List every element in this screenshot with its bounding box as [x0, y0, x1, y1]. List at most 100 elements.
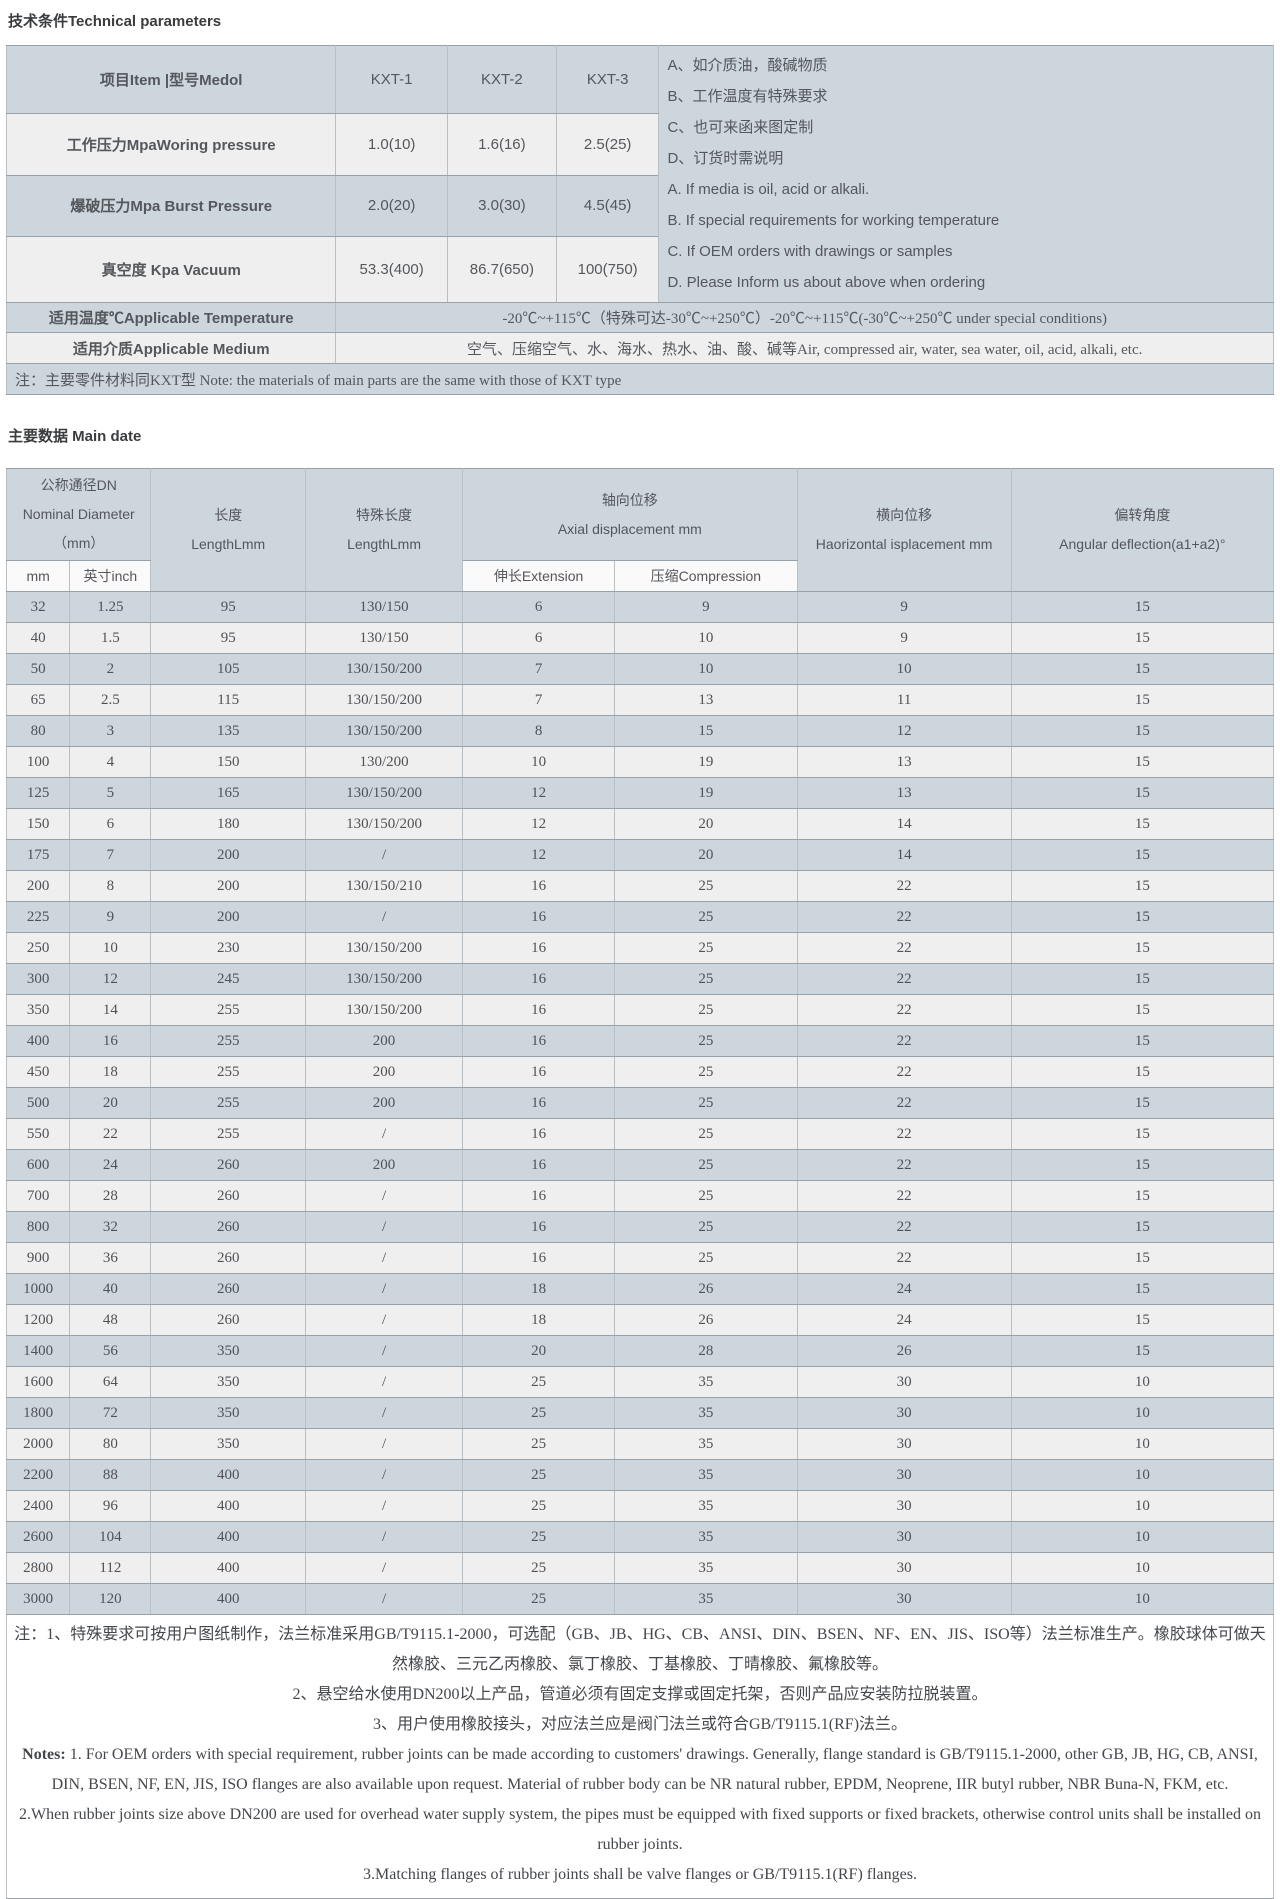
- table-row: 4501825520016252215: [7, 1057, 1274, 1088]
- data-cell: 800: [7, 1212, 70, 1243]
- data-cell: /: [305, 1305, 462, 1336]
- data-cell: 200: [305, 1088, 462, 1119]
- col-header-length: 长度 LengthLmm: [151, 469, 306, 592]
- data-cell: 20: [615, 840, 797, 871]
- burst-pressure-label: 爆破压力Mpa Burst Pressure: [7, 175, 336, 237]
- data-cell: /: [305, 1119, 462, 1150]
- data-cell: 25: [463, 1460, 615, 1491]
- data-cell: 15: [1011, 871, 1273, 902]
- data-cell: 24: [797, 1274, 1011, 1305]
- data-cell: 112: [70, 1553, 151, 1584]
- data-cell: 135: [151, 716, 306, 747]
- data-cell: 260: [151, 1243, 306, 1274]
- ordering-note-line: D. Please Inform us about above when ord…: [667, 267, 1265, 298]
- table-row: 200080350/25353010: [7, 1429, 1274, 1460]
- data-cell: 25: [463, 1584, 615, 1615]
- data-cell: 130/150/200: [305, 809, 462, 840]
- data-cell: 16: [463, 1057, 615, 1088]
- data-cell: 22: [797, 1026, 1011, 1057]
- data-cell: 200: [7, 871, 70, 902]
- data-cell: 8: [463, 716, 615, 747]
- table-row: 2800112400/25353010: [7, 1553, 1274, 1584]
- data-cell: 10: [1011, 1460, 1273, 1491]
- data-cell: 255: [151, 1119, 306, 1150]
- data-cell: 350: [7, 995, 70, 1026]
- data-cell: 30: [797, 1522, 1011, 1553]
- data-cell: 19: [615, 778, 797, 809]
- data-cell: 15: [1011, 685, 1273, 716]
- data-cell: 30: [797, 1584, 1011, 1615]
- table-row: 70028260/16252215: [7, 1181, 1274, 1212]
- data-cell: 245: [151, 964, 306, 995]
- special-length-cn: 特殊长度: [310, 501, 458, 530]
- section-title-technical-parameters: 技术条件Technical parameters: [8, 10, 1274, 31]
- col-header-horizontal-displacement: 横向位移 Haorizontal isplacement mm: [797, 469, 1011, 592]
- data-cell: 22: [797, 902, 1011, 933]
- data-cell: 2: [70, 654, 151, 685]
- data-cell: 15: [1011, 778, 1273, 809]
- main-data-rows: 321.2595130/15069915401.595130/150610915…: [7, 592, 1274, 1615]
- section-title-main-data: 主要数据 Main date: [8, 425, 1274, 446]
- data-cell: 25: [615, 902, 797, 933]
- model-kxt-1: KXT-1: [336, 46, 447, 114]
- burst-pressure-kxt3: 4.5(45): [556, 175, 659, 237]
- ordering-note-line: C、也可来函来图定制: [667, 112, 1265, 143]
- data-cell: 260: [151, 1150, 306, 1181]
- table-row: 652.5115130/150/2007131115: [7, 685, 1274, 716]
- data-cell: 35: [615, 1584, 797, 1615]
- main-data-table: 公称通径DN Nominal Diameter （mm） 长度 LengthLm…: [6, 468, 1274, 1899]
- data-cell: 200: [305, 1057, 462, 1088]
- table-row: 30012245130/150/20016252215: [7, 964, 1274, 995]
- data-cell: 25: [463, 1429, 615, 1460]
- applicable-medium-value: 空气、压缩空气、水、海水、热水、油、酸、碱等Air, compressed ai…: [336, 333, 1274, 364]
- data-cell: 25: [615, 995, 797, 1026]
- data-cell: 10: [1011, 1584, 1273, 1615]
- data-cell: 16: [463, 871, 615, 902]
- table-row: 2259200/16252215: [7, 902, 1274, 933]
- data-cell: 10: [1011, 1553, 1273, 1584]
- data-cell: 260: [151, 1305, 306, 1336]
- col-header-special-length: 特殊长度 LengthLmm: [305, 469, 462, 592]
- model-kxt-3: KXT-3: [556, 46, 659, 114]
- data-cell: 13: [615, 685, 797, 716]
- note-line-cn: 3、用户使用橡胶接头，对应法兰应是阀门法兰或符合GB/T9115.1(RF)法兰…: [13, 1710, 1267, 1740]
- applicable-temperature-label: 适用温度℃Applicable Temperature: [7, 303, 336, 333]
- data-cell: 200: [305, 1150, 462, 1181]
- table-row: 120048260/18262415: [7, 1305, 1274, 1336]
- data-cell: 40: [7, 623, 70, 654]
- data-cell: 22: [797, 1119, 1011, 1150]
- data-cell: 9: [70, 902, 151, 933]
- data-cell: 10: [70, 933, 151, 964]
- vacuum-kxt3: 100(750): [556, 237, 659, 303]
- data-cell: 2600: [7, 1522, 70, 1553]
- data-cell: 175: [7, 840, 70, 871]
- data-cell: 25: [615, 1088, 797, 1119]
- data-cell: 400: [151, 1460, 306, 1491]
- header-item-model-label: 项目Item |型号Medol: [7, 46, 336, 114]
- data-cell: 15: [1011, 592, 1273, 623]
- data-cell: 25: [615, 1212, 797, 1243]
- data-cell: 10: [1011, 1367, 1273, 1398]
- axial-displacement-cn: 轴向位移: [467, 486, 792, 515]
- bottom-notes-cell: 注：1、特殊要求可按用户图纸制作，法兰标准采用GB/T9115.1-2000，可…: [7, 1615, 1274, 1899]
- table-row: 240096400/25353010: [7, 1491, 1274, 1522]
- data-cell: 600: [7, 1150, 70, 1181]
- data-cell: 48: [70, 1305, 151, 1336]
- data-cell: 260: [151, 1274, 306, 1305]
- data-cell: 18: [70, 1057, 151, 1088]
- subcol-header-extension: 伸长Extension: [463, 561, 615, 592]
- data-cell: 350: [151, 1336, 306, 1367]
- data-cell: 3: [70, 716, 151, 747]
- burst-pressure-kxt1: 2.0(20): [336, 175, 447, 237]
- working-pressure-label: 工作压力MpaWoring pressure: [7, 113, 336, 175]
- applicable-medium-label: 适用介质Applicable Medium: [7, 333, 336, 364]
- data-cell: 22: [797, 1150, 1011, 1181]
- data-cell: 12: [463, 778, 615, 809]
- data-cell: 35: [615, 1460, 797, 1491]
- data-cell: 450: [7, 1057, 70, 1088]
- data-cell: 20: [615, 809, 797, 840]
- data-cell: 15: [1011, 1274, 1273, 1305]
- data-cell: 250: [7, 933, 70, 964]
- data-cell: 10: [1011, 1522, 1273, 1553]
- data-cell: 15: [1011, 1181, 1273, 1212]
